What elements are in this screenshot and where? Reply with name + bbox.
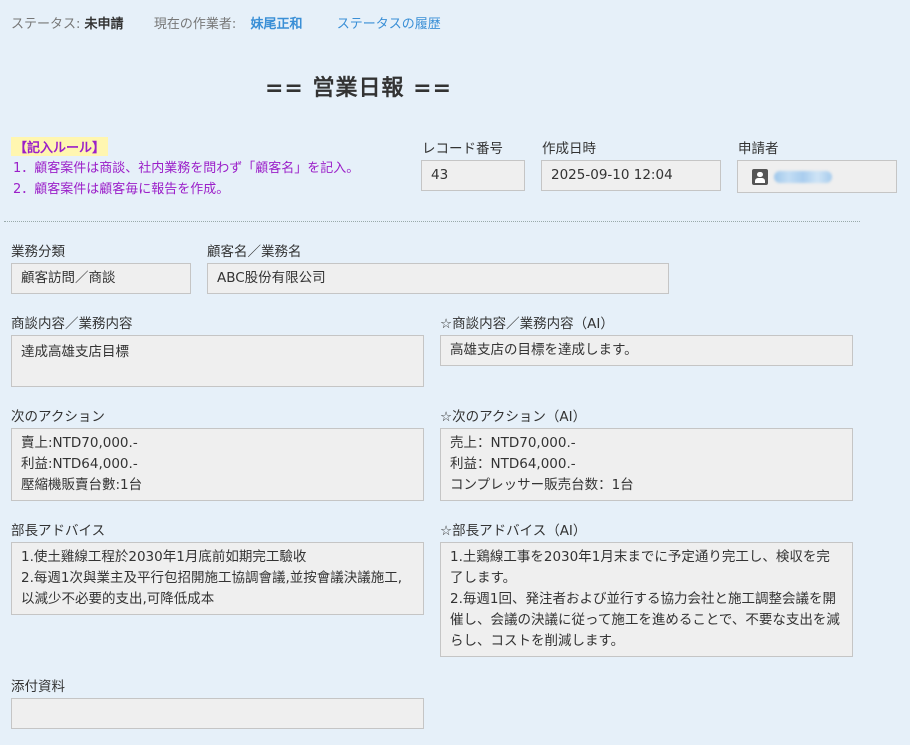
business-category-field: 顧客訪問／商談 [11,263,191,294]
record-number-label: レコード番号 [422,141,503,157]
entry-rule-1: 1．顧客案件は商談、社内業務を問わず「顧客名」を記入。 [13,161,360,176]
customer-name-field: ABC股份有限公司 [207,263,669,294]
applicant-name-redacted[interactable] [774,170,832,183]
user-icon [752,168,768,185]
applicant-field [737,160,897,193]
record-number-field: 43 [421,160,525,191]
meeting-content-ai-label: ☆商談内容／業務内容（AI） [440,316,614,332]
status-bar: ステータス: 未申請 現在の作業者: 妹尾正和 ステータスの履歴 [11,13,441,32]
section-divider [4,221,860,222]
applicant-label: 申請者 [738,141,779,157]
created-at-label: 作成日時 [542,141,596,157]
manager-advice-field: 1.使土雞線工程於2030年1月底前如期完工驗收 2.每週1次與業主及平行包招開… [11,542,424,615]
next-action-field: 賣上:NTD70,000.- 利益:NTD64,000.- 壓縮機販賣台數:1台 [11,428,424,501]
next-action-ai-label: ☆次のアクション（AI） [440,409,587,425]
attachments-field [11,698,424,729]
status-value: 未申請 [84,17,124,32]
entry-rules-heading: 【記入ルール】 [11,137,109,156]
manager-advice-ai-label: ☆部長アドバイス（AI） [440,523,587,539]
customer-name-label: 顧客名／業務名 [207,244,302,260]
current-worker-link[interactable]: 妹尾正和 [251,17,303,32]
manager-advice-label: 部長アドバイス [11,523,106,539]
meeting-content-field: 達成高雄支店目標 [11,335,424,387]
manager-advice-ai-field: 1.土鶏線工事を2030年1月末までに予定通り完工し、検収を完了します。 2.毎… [440,542,853,657]
page-title: == 営業日報 == [265,76,453,101]
meeting-content-label: 商談内容／業務内容 [11,316,133,332]
entry-rule-2: 2．顧客案件は顧客毎に報告を作成。 [13,182,230,197]
attachments-label: 添付資料 [11,679,65,695]
status-history-link[interactable]: ステータスの履歴 [337,17,441,32]
status-label: ステータス: [11,17,81,32]
next-action-label: 次のアクション [11,409,105,425]
current-worker-label: 現在の作業者: [153,17,237,32]
next-action-ai-field: 売上：NTD70,000.- 利益：NTD64,000.- コンプレッサー販売台… [440,428,853,501]
business-category-label: 業務分類 [11,244,65,260]
created-at-field: 2025-09-10 12:04 [541,160,721,191]
meeting-content-ai-field: 高雄支店の目標を達成します。 [440,335,853,366]
